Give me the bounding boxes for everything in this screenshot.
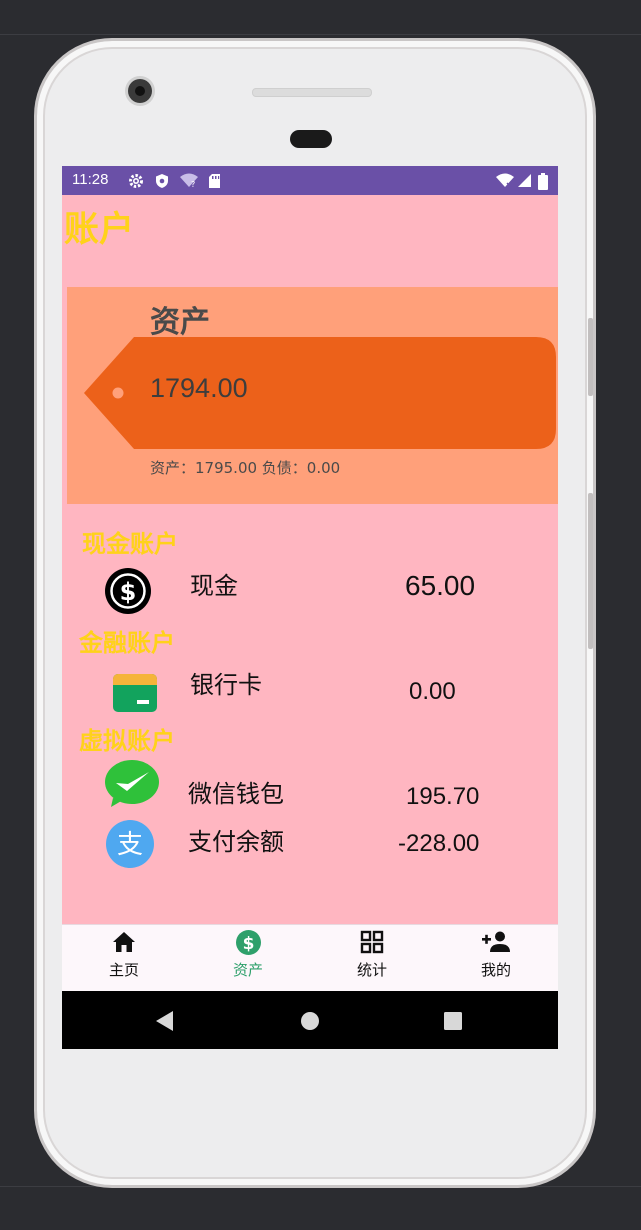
bank-card-icon (113, 674, 157, 712)
grid-icon (360, 930, 384, 954)
home-icon (113, 932, 135, 952)
svg-text:支: 支 (117, 830, 143, 860)
svg-text:$: $ (243, 934, 255, 954)
settings-icon (129, 174, 143, 188)
dollar-coin-icon: $ (105, 568, 151, 614)
nav-label: 我的 (480, 961, 511, 979)
nav-label: 资产 (232, 961, 263, 979)
battery-icon (538, 173, 548, 190)
wifi-question-icon: ? (180, 173, 198, 188)
svg-text:?: ? (191, 180, 195, 188)
account-name: 银行卡 (190, 671, 262, 699)
nav-item-statistics[interactable]: 统计 (310, 925, 434, 991)
status-time: 11:28 (72, 171, 109, 188)
page-title: 账户 (64, 210, 135, 250)
nav-item-home[interactable]: 主页 (62, 925, 186, 991)
account-balance: 195.70 (406, 783, 480, 810)
section-title-finance: 金融账户 (79, 629, 175, 657)
earpiece (290, 130, 332, 148)
system-navigation-bar (62, 991, 558, 1049)
nav-label: 主页 (108, 961, 139, 979)
power-button (588, 493, 593, 649)
sd-card-icon (209, 174, 220, 188)
nav-item-profile[interactable]: 我的 (434, 925, 558, 991)
recents-icon[interactable] (444, 1012, 462, 1030)
account-balance: 0.00 (409, 678, 456, 705)
account-name: 支付余额 (188, 828, 284, 856)
signal-icon (518, 174, 531, 187)
home-circle-icon[interactable] (300, 1011, 320, 1031)
wechat-icon (105, 760, 159, 807)
net-asset-amount: 1794.00 (150, 373, 248, 403)
svg-text:$: $ (120, 578, 137, 606)
section-title-cash: 现金账户 (82, 530, 178, 558)
account-name: 现金 (190, 572, 238, 600)
account-name: 微信钱包 (188, 780, 284, 808)
asset-summary-label: 资产 (150, 305, 210, 340)
account-balance: -228.00 (398, 830, 480, 857)
asset-liability-detail: 资产：1795.00 负债：0.00 (150, 459, 341, 477)
app-screen: 11:28 ? 账户 资产 1794.00 资产：1795.00 负债：0.00… (62, 166, 558, 1049)
bottom-navigation: 主页 $ 资产 统计 我的 (62, 924, 558, 991)
shield-icon (156, 174, 168, 188)
dollar-circle-icon: $ (236, 930, 261, 955)
nav-item-assets[interactable]: $ 资产 (186, 925, 310, 991)
account-balance: 65.00 (405, 570, 476, 601)
volume-button (588, 318, 593, 396)
desktop-top-bar (0, 0, 641, 35)
status-bar: 11:28 ? (62, 166, 558, 195)
alipay-icon: 支 (106, 820, 154, 868)
front-camera (128, 79, 152, 103)
nav-label: 统计 (356, 961, 387, 979)
wifi-icon (496, 173, 514, 188)
add-person-icon (482, 931, 510, 952)
section-title-virtual: 虚拟账户 (79, 727, 175, 755)
desktop-bottom-bar (0, 1186, 641, 1230)
back-icon[interactable] (156, 1011, 174, 1031)
top-speaker (252, 88, 372, 97)
asset-summary-card[interactable]: 资产 1794.00 资产：1795.00 负债：0.00 (67, 287, 558, 504)
